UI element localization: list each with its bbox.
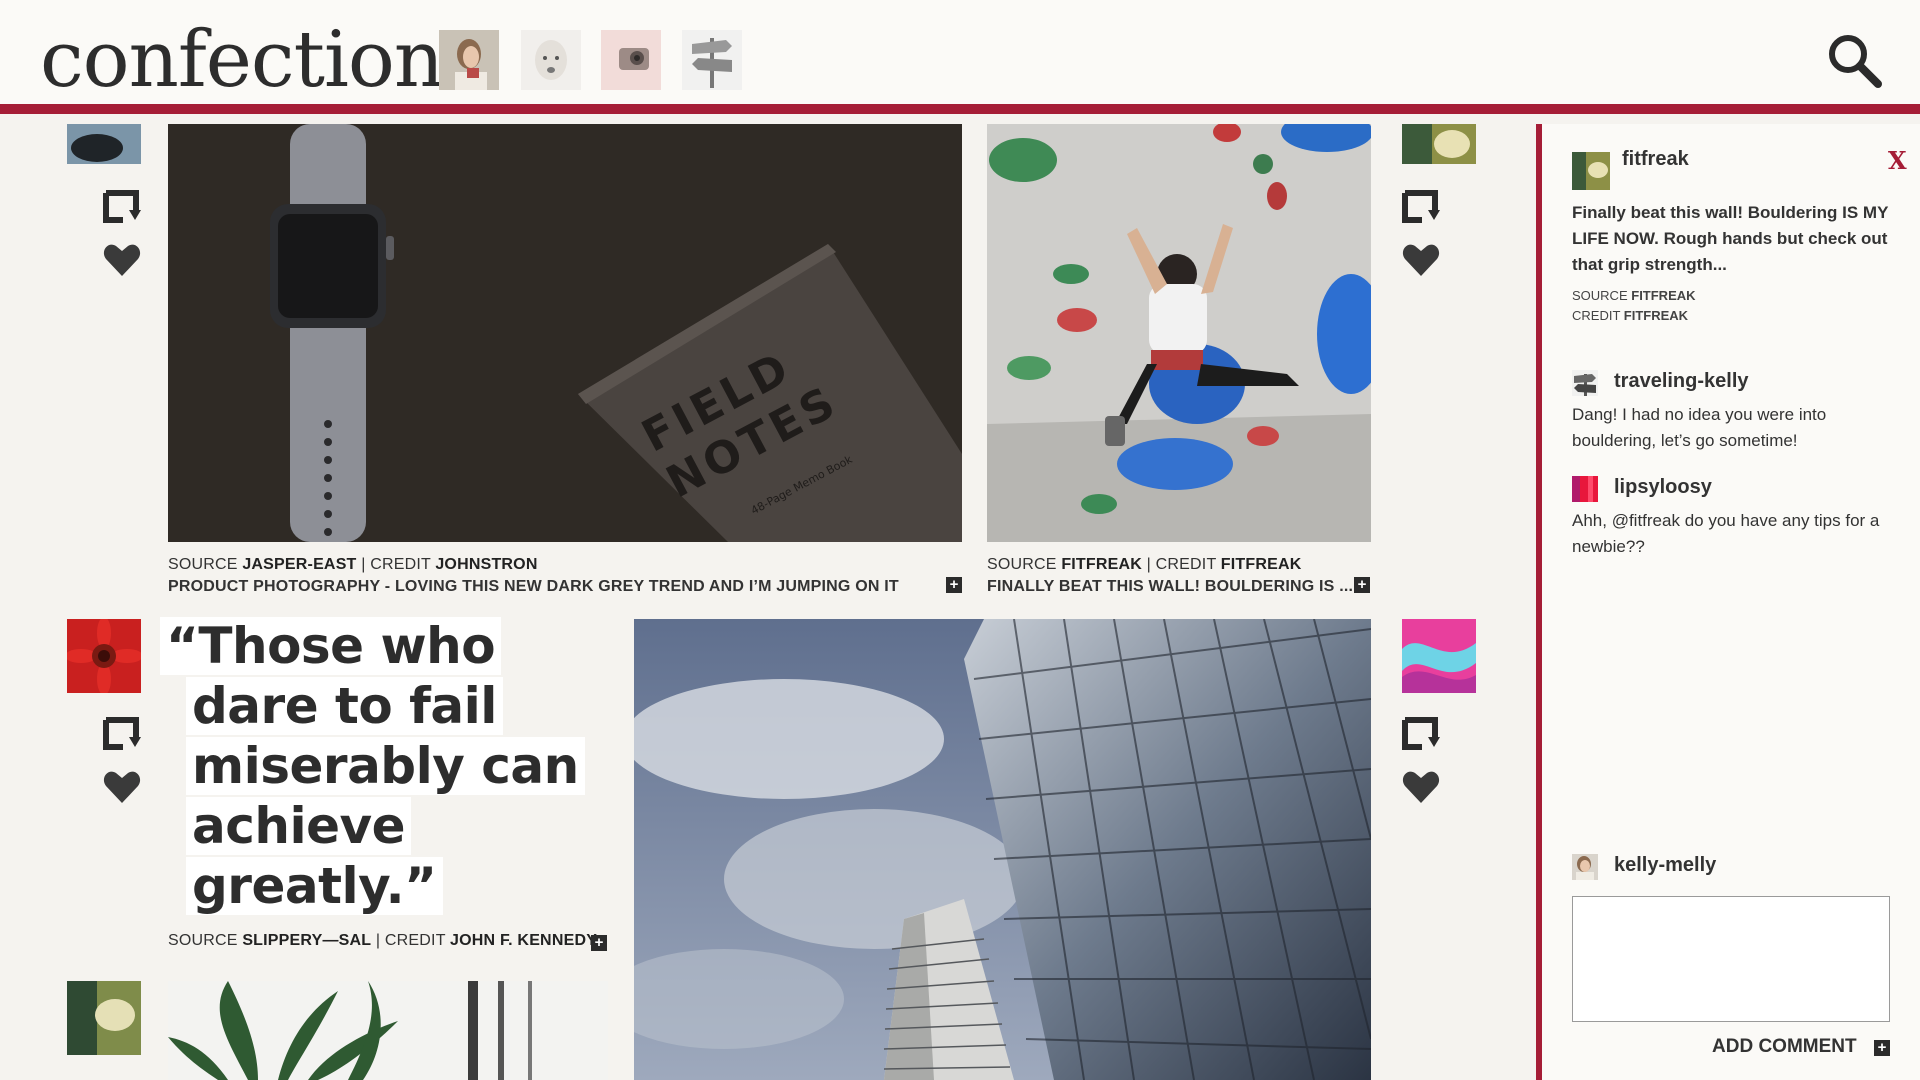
expand-post-button[interactable]: +	[591, 935, 607, 951]
post-image-plant[interactable]	[168, 981, 608, 1080]
heart-icon[interactable]	[103, 770, 141, 804]
quote-line: “Those who	[160, 617, 502, 675]
post-source: SOURCE FITFREAK CREDIT FITFREAK	[1572, 286, 1696, 326]
comment-text: Ahh, @fitfreak do you have any tips for …	[1572, 511, 1880, 556]
app-logo[interactable]: confection	[40, 14, 444, 106]
signpost-icon[interactable]	[682, 30, 742, 90]
close-panel-button[interactable]: X	[1888, 146, 1907, 175]
user-avatar[interactable]	[67, 981, 141, 1055]
heart-icon[interactable]	[1402, 770, 1440, 804]
user-avatar[interactable]	[1402, 124, 1476, 164]
post-meta: SOURCE JASPER-EAST | CREDIT JOHNSTRON PR…	[168, 556, 968, 596]
dog-icon[interactable]	[521, 30, 581, 90]
repost-icon[interactable]	[1402, 717, 1440, 753]
post-author[interactable]: fitfreak	[1622, 148, 1689, 171]
quote-line: achieve	[186, 797, 412, 855]
source-link[interactable]: FITFREAK	[1631, 288, 1695, 303]
credit-link[interactable]: FITFREAK	[1624, 308, 1688, 323]
user-avatar[interactable]	[1402, 619, 1476, 693]
current-user-avatar[interactable]	[1572, 854, 1598, 880]
expand-post-button[interactable]: +	[946, 577, 962, 593]
commenter-avatar[interactable]	[1572, 476, 1598, 502]
credit-label: CREDIT	[384, 932, 446, 949]
author-avatar[interactable]	[1572, 152, 1610, 190]
source-link[interactable]: SLIPPERY—SAL	[242, 932, 371, 949]
quote-line: dare to fail	[186, 677, 503, 735]
comment-input[interactable]	[1572, 896, 1890, 1022]
user-avatar[interactable]	[67, 124, 141, 164]
credit-label: CREDIT	[1572, 308, 1621, 323]
post-meta: SOURCE FITFREAK | CREDIT FITFREAK FINALL…	[987, 556, 1367, 596]
user-avatar[interactable]	[67, 619, 141, 693]
post-caption: FINALLY BEAT THIS WALL! BOULDERING IS ..…	[987, 578, 1354, 595]
credit-link[interactable]: FITFREAK	[1221, 556, 1302, 573]
comment-text: Dang! I had no idea you were into boulde…	[1572, 405, 1827, 450]
source-label: SOURCE	[168, 556, 238, 573]
post-text: Finally beat this wall! Bouldering IS MY…	[1572, 203, 1889, 274]
repost-icon[interactable]	[103, 717, 141, 753]
source-link[interactable]: JASPER-EAST	[242, 556, 356, 573]
post-image-climbing[interactable]	[987, 124, 1371, 542]
source-label: SOURCE	[987, 556, 1057, 573]
profile-woman-icon[interactable]	[439, 30, 499, 90]
heart-icon[interactable]	[1402, 243, 1440, 277]
heart-icon[interactable]	[103, 243, 141, 277]
quote-line: miserably can	[186, 737, 585, 795]
credit-label: CREDIT	[1155, 556, 1217, 573]
commenter-name[interactable]: traveling-kelly	[1614, 370, 1749, 393]
repost-icon[interactable]	[1402, 190, 1440, 226]
post-meta: SOURCE SLIPPERY—SAL | CREDIT JOHN F. KEN…	[168, 932, 598, 949]
quote-line: greatly.”	[186, 857, 443, 915]
source-link[interactable]: FITFREAK	[1061, 556, 1142, 573]
post-image-watch-notebook[interactable]: FIELD NOTES 48-Page Memo Book	[168, 124, 962, 542]
credit-label: CREDIT	[370, 556, 431, 573]
commenter-avatar[interactable]	[1572, 370, 1598, 396]
repost-icon[interactable]	[103, 190, 141, 226]
credit-link[interactable]: JOHNSTRON	[435, 556, 537, 573]
top-bar: confection	[0, 0, 1920, 114]
post-image-buildings[interactable]	[634, 619, 1371, 1080]
expand-post-button[interactable]: +	[1354, 577, 1370, 593]
commenter-name[interactable]: lipsyloosy	[1614, 476, 1712, 499]
camera-icon[interactable]	[601, 30, 661, 90]
comments-panel: X fitfreak Finally beat this wall! Bould…	[1536, 124, 1920, 1080]
source-label: SOURCE	[168, 932, 238, 949]
current-user-name: kelly-melly	[1614, 854, 1717, 876]
post-caption: PRODUCT PHOTOGRAPHY - LOVING THIS NEW DA…	[168, 578, 899, 595]
add-comment-plus-icon[interactable]: +	[1874, 1040, 1890, 1056]
source-label: SOURCE	[1572, 288, 1628, 303]
quote-text: “Those who dare to fail miserably can ac…	[160, 616, 600, 916]
search-icon[interactable]	[1824, 30, 1884, 90]
add-comment-button[interactable]: ADD COMMENT	[1712, 1036, 1857, 1058]
credit-link[interactable]: JOHN F. KENNEDY	[450, 932, 597, 949]
